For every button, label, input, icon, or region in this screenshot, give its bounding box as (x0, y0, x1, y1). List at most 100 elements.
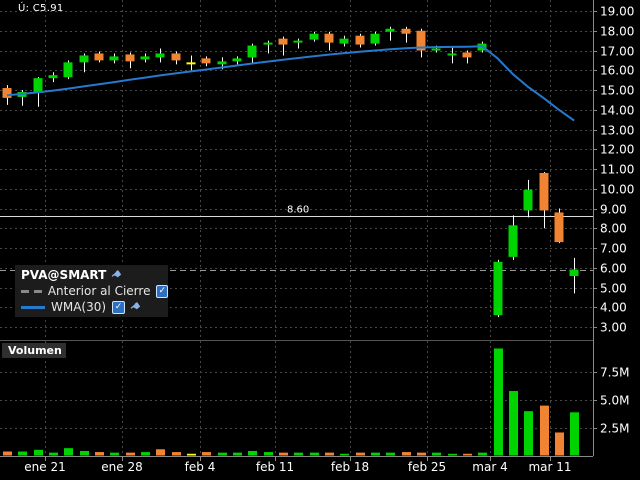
candle-body (523, 189, 533, 211)
candle-body (293, 40, 303, 43)
volume-bar (95, 452, 104, 456)
candle-body (33, 78, 43, 93)
candle-body (493, 261, 503, 316)
volume-bar (325, 452, 334, 456)
volume-bar (233, 452, 242, 456)
price-axis-label: 17.00 (600, 45, 634, 59)
volume-bar (555, 432, 564, 456)
price-axis-label: 12.00 (600, 143, 634, 157)
candle-body (140, 56, 150, 60)
volume-bar (126, 452, 135, 456)
candle-body (232, 58, 242, 62)
candle-body (539, 172, 549, 211)
legend-symbol[interactable]: PVA@SMART (21, 268, 106, 282)
price-axis-label: 14.00 (600, 104, 634, 118)
candle-body (324, 33, 334, 43)
volume-bar (463, 453, 472, 456)
volume-bar (310, 452, 319, 456)
candle-body (2, 88, 12, 98)
volume-bar (340, 453, 349, 456)
candle-body (94, 53, 104, 61)
date-axis-label: mar 11 (528, 460, 571, 474)
volume-bar (141, 452, 150, 456)
price-axis-label: 13.00 (600, 124, 634, 138)
price-axis-label: 9.00 (600, 203, 627, 217)
volume-bar (34, 449, 43, 456)
candle-body (263, 42, 273, 45)
candle-body (79, 55, 89, 63)
volume-bar (172, 452, 181, 456)
legend-label-wma[interactable]: WMA(30) (51, 300, 106, 314)
candle-body (171, 53, 181, 61)
price-axis-label: 8.00 (600, 222, 627, 236)
volume-bar (371, 452, 380, 456)
checkbox-prev-close[interactable]: ✓ (156, 284, 168, 298)
volume-panel-title: Volumen (2, 343, 66, 358)
chart-window: 19.00 18.00 17.00 16.00 15.00 14.00 13.00 12.00… (0, 0, 640, 480)
candle-body (431, 48, 441, 51)
legend-symbol-row: PVA@SMART ☚ (21, 266, 168, 284)
volume-bar (509, 391, 518, 456)
wma-line (6, 45, 575, 122)
price-axis-label: 10.00 (600, 183, 634, 197)
price-axis-label: 3.00 (600, 321, 627, 335)
candle-body (385, 28, 395, 32)
candle-body (109, 56, 119, 61)
candle-body (339, 38, 349, 44)
volume-axis-label: 5.0M (600, 394, 629, 408)
volume-bar (18, 451, 27, 456)
candle-body (508, 225, 518, 257)
volume-bar (432, 452, 441, 456)
volume-bar (386, 452, 395, 456)
date-axis-label: feb 11 (256, 460, 294, 474)
volume-bar (448, 453, 457, 456)
chart-canvas[interactable]: 19.00 18.00 17.00 16.00 15.00 14.00 13.00 12.00… (0, 0, 640, 480)
candle-body (370, 33, 380, 44)
date-axis-label: feb 18 (331, 460, 369, 474)
volume-bar (202, 452, 211, 456)
price-axis-label: 18.00 (600, 25, 634, 39)
legend-item-wma: WMA(30) ✓ ☚ (21, 298, 168, 316)
dashed-line-sample-icon (21, 289, 42, 293)
price-axis-label: 4.00 (600, 301, 627, 315)
legend-label-prev-close[interactable]: Anterior al Cierre (48, 284, 151, 298)
date-axis-label: feb 25 (408, 460, 446, 474)
volume-bar (64, 448, 73, 456)
checkbox-wma[interactable]: ✓ (112, 300, 126, 314)
price-axis-label: 19.00 (600, 5, 634, 19)
volume-bar (49, 452, 58, 456)
candle-body (401, 28, 411, 34)
volume-bar (80, 450, 89, 456)
volume-bar (478, 452, 487, 456)
candle-body (217, 61, 227, 65)
candle-body (309, 33, 319, 40)
volume-bar (294, 452, 303, 456)
candle-body (63, 62, 73, 78)
date-axis-label: ene 28 (101, 460, 142, 474)
candle-body (247, 45, 257, 58)
price-axis-label: 11.00 (600, 163, 634, 177)
volume-bar (570, 412, 579, 456)
volume-bar (524, 411, 533, 456)
price-axis-label: 5.00 (600, 282, 627, 296)
volume-axis-label: 2.5M (600, 422, 629, 436)
volume-bar (494, 348, 503, 456)
volume-bar (218, 452, 227, 456)
volume-bar (402, 452, 411, 456)
volume-bar (279, 452, 288, 456)
price-axis-label: 7.00 (600, 242, 627, 256)
hand-pointer-icon[interactable]: ☚ (108, 266, 125, 284)
date-axis-label: mar 4 (472, 460, 507, 474)
price-axis-label: 16.00 (600, 64, 634, 78)
price-level-label: 8.60 (287, 205, 309, 216)
volume-bar (3, 451, 12, 456)
last-price-label: Ú: C5.91 (18, 3, 64, 14)
volume-bar (110, 452, 119, 456)
legend-item-prev-close: Anterior al Cierre ✓ (21, 283, 168, 299)
candle-body (569, 269, 579, 277)
candle-body (447, 53, 457, 56)
volume-bar (264, 452, 273, 456)
hand-pointer-icon[interactable]: ☚ (127, 298, 144, 316)
wma-line-sample-icon (21, 305, 45, 309)
volume-bar (156, 449, 165, 456)
